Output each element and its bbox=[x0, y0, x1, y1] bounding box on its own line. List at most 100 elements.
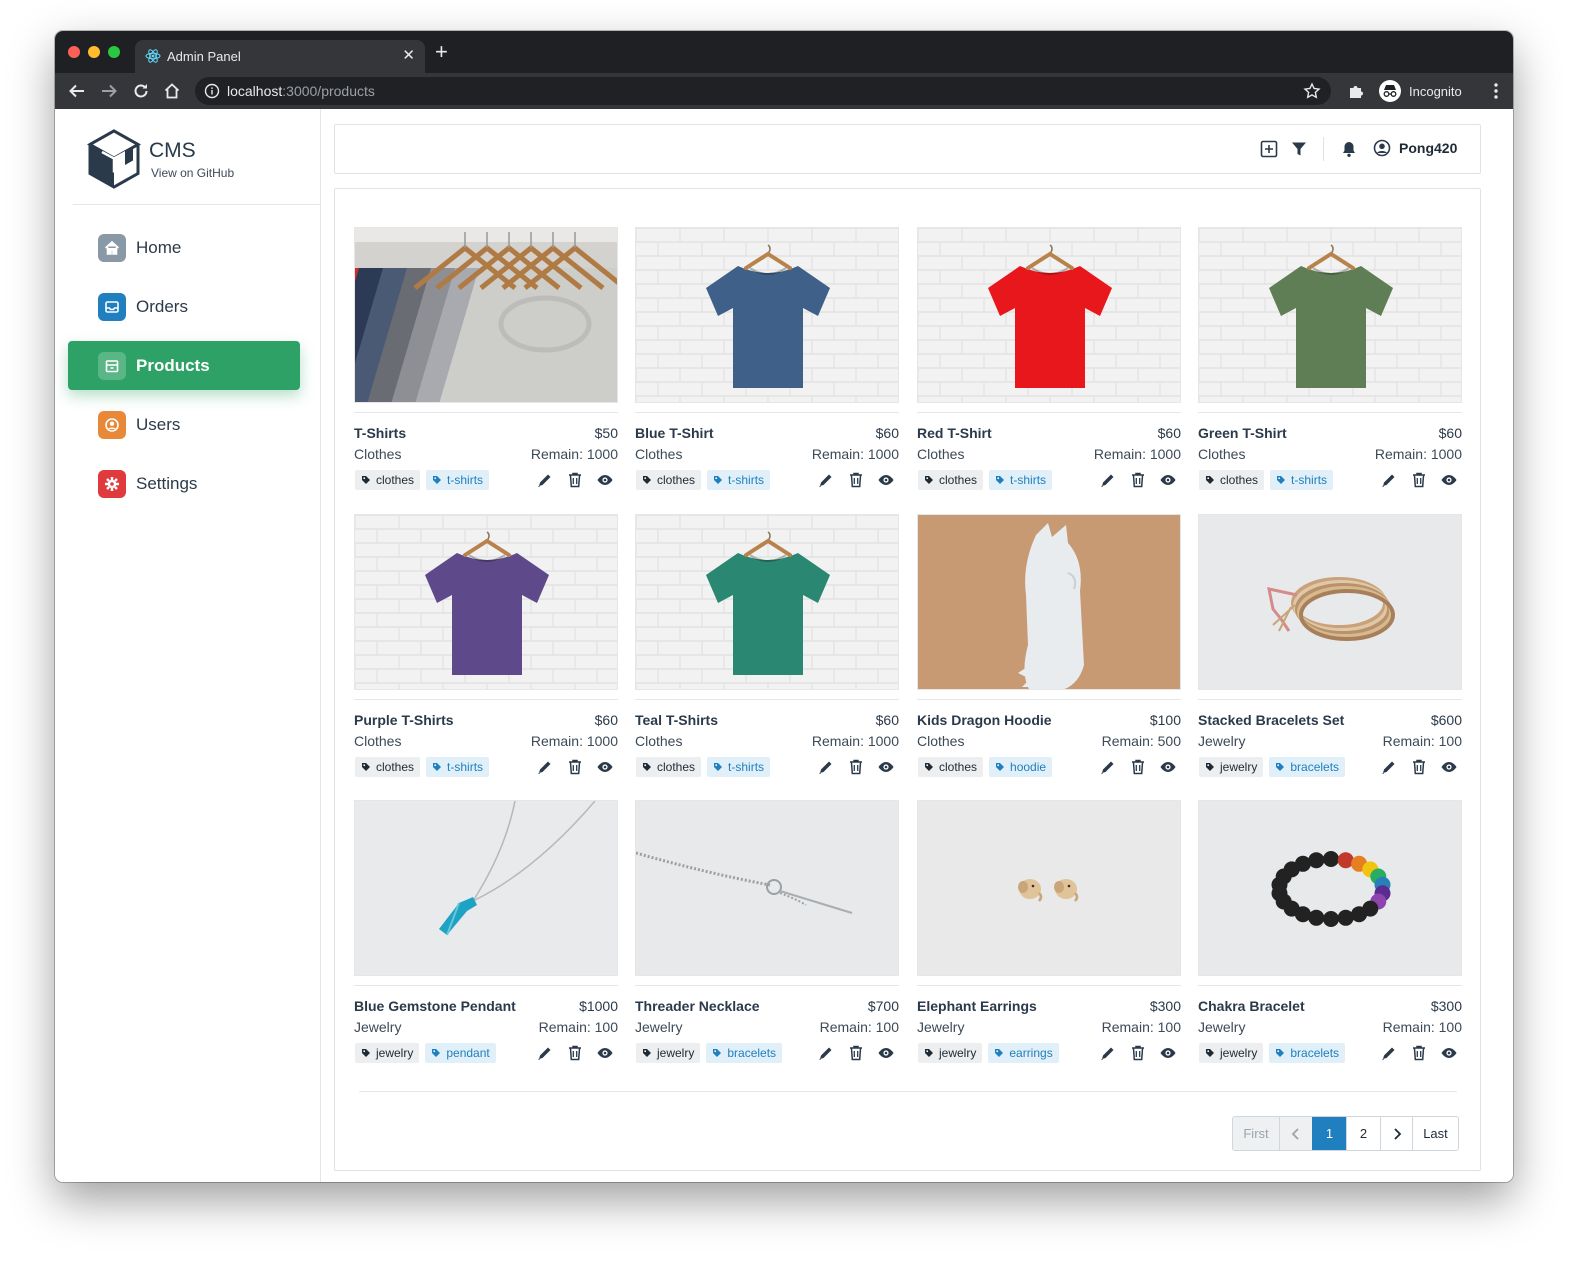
delete-trash-icon[interactable] bbox=[1129, 471, 1147, 489]
sidebar-item-home[interactable]: Home bbox=[68, 223, 300, 272]
reload-icon[interactable] bbox=[129, 79, 153, 103]
category-tag[interactable]: jewelry bbox=[636, 1043, 701, 1063]
url-text[interactable]: localhost:3000/products bbox=[227, 83, 375, 99]
delete-trash-icon[interactable] bbox=[1129, 758, 1147, 776]
category-tag[interactable]: jewelry bbox=[918, 1043, 983, 1063]
type-tag[interactable]: t-shirts bbox=[1270, 470, 1334, 490]
delete-trash-icon[interactable] bbox=[566, 471, 584, 489]
user-menu[interactable]: Pong420 bbox=[1373, 139, 1457, 157]
sidebar-item-users[interactable]: Users bbox=[68, 400, 300, 449]
minimize-window-button[interactable] bbox=[88, 46, 100, 58]
delete-trash-icon[interactable] bbox=[566, 1044, 584, 1062]
category-tag[interactable]: clothes bbox=[918, 757, 984, 777]
page-1-button[interactable]: 1 bbox=[1312, 1117, 1346, 1150]
view-eye-icon[interactable] bbox=[596, 1044, 614, 1062]
home-browser-icon[interactable] bbox=[160, 79, 184, 103]
edit-pencil-icon[interactable] bbox=[817, 758, 835, 776]
category-tag[interactable]: clothes bbox=[918, 470, 984, 490]
new-tab-icon[interactable]: + bbox=[435, 41, 448, 63]
edit-pencil-icon[interactable] bbox=[817, 1044, 835, 1062]
next-page-button[interactable] bbox=[1380, 1117, 1412, 1150]
edit-pencil-icon[interactable] bbox=[536, 1044, 554, 1062]
close-tab-icon[interactable]: ✕ bbox=[402, 47, 415, 65]
type-tag[interactable]: t-shirts bbox=[426, 757, 490, 777]
delete-trash-icon[interactable] bbox=[847, 758, 865, 776]
category-tag[interactable]: clothes bbox=[636, 470, 702, 490]
view-eye-icon[interactable] bbox=[877, 471, 895, 489]
view-eye-icon[interactable] bbox=[1159, 758, 1177, 776]
view-eye-icon[interactable] bbox=[877, 1044, 895, 1062]
back-icon[interactable] bbox=[65, 79, 89, 103]
type-tag[interactable]: t-shirts bbox=[707, 757, 771, 777]
product-image[interactable] bbox=[1198, 800, 1462, 976]
prev-page-button[interactable] bbox=[1279, 1117, 1312, 1150]
first-page-button[interactable]: First bbox=[1233, 1117, 1279, 1150]
edit-pencil-icon[interactable] bbox=[817, 471, 835, 489]
info-icon[interactable] bbox=[204, 83, 220, 99]
type-tag[interactable]: t-shirts bbox=[707, 470, 771, 490]
delete-trash-icon[interactable] bbox=[1129, 1044, 1147, 1062]
category-tag[interactable]: clothes bbox=[636, 757, 702, 777]
edit-pencil-icon[interactable] bbox=[1099, 758, 1117, 776]
product-image[interactable] bbox=[917, 514, 1181, 690]
edit-pencil-icon[interactable] bbox=[1099, 471, 1117, 489]
bookmark-star-icon[interactable] bbox=[1303, 82, 1321, 100]
product-image[interactable] bbox=[354, 800, 618, 976]
type-tag[interactable]: bracelets bbox=[706, 1043, 783, 1063]
type-tag[interactable]: bracelets bbox=[1269, 1043, 1346, 1063]
delete-trash-icon[interactable] bbox=[847, 1044, 865, 1062]
edit-pencil-icon[interactable] bbox=[1099, 1044, 1117, 1062]
product-image[interactable] bbox=[1198, 227, 1462, 403]
view-eye-icon[interactable] bbox=[1440, 758, 1458, 776]
edit-pencil-icon[interactable] bbox=[536, 471, 554, 489]
browser-menu-icon[interactable] bbox=[1493, 81, 1499, 101]
add-square-icon[interactable] bbox=[1260, 140, 1278, 158]
category-tag[interactable]: jewelry bbox=[1199, 757, 1264, 777]
type-tag[interactable]: pendant bbox=[425, 1043, 496, 1063]
sidebar-item-settings[interactable]: Settings bbox=[68, 459, 300, 508]
category-tag[interactable]: clothes bbox=[1199, 470, 1265, 490]
address-bar[interactable]: localhost:3000/products bbox=[195, 77, 1331, 105]
type-tag[interactable]: earrings bbox=[988, 1043, 1059, 1063]
product-image[interactable] bbox=[354, 227, 618, 403]
category-tag[interactable]: clothes bbox=[355, 757, 421, 777]
product-image[interactable] bbox=[1198, 514, 1462, 690]
delete-trash-icon[interactable] bbox=[1410, 758, 1428, 776]
product-image[interactable] bbox=[635, 800, 899, 976]
view-eye-icon[interactable] bbox=[1159, 471, 1177, 489]
sidebar-item-orders[interactable]: Orders bbox=[68, 282, 300, 331]
maximize-window-button[interactable] bbox=[108, 46, 120, 58]
delete-trash-icon[interactable] bbox=[847, 471, 865, 489]
filter-icon[interactable] bbox=[1290, 140, 1308, 158]
delete-trash-icon[interactable] bbox=[1410, 471, 1428, 489]
edit-pencil-icon[interactable] bbox=[536, 758, 554, 776]
browser-tab[interactable]: Admin Panel ✕ bbox=[135, 40, 425, 73]
edit-pencil-icon[interactable] bbox=[1380, 1044, 1398, 1062]
github-link[interactable]: View on GitHub bbox=[151, 166, 234, 180]
page-2-button[interactable]: 2 bbox=[1346, 1117, 1380, 1150]
sidebar-item-products[interactable]: Products bbox=[68, 341, 300, 390]
edit-pencil-icon[interactable] bbox=[1380, 758, 1398, 776]
category-tag[interactable]: jewelry bbox=[1199, 1043, 1264, 1063]
delete-trash-icon[interactable] bbox=[566, 758, 584, 776]
view-eye-icon[interactable] bbox=[877, 758, 895, 776]
view-eye-icon[interactable] bbox=[1159, 1044, 1177, 1062]
extensions-puzzle-icon[interactable] bbox=[1347, 82, 1365, 100]
view-eye-icon[interactable] bbox=[596, 471, 614, 489]
product-image[interactable] bbox=[635, 514, 899, 690]
type-tag[interactable]: hoodie bbox=[989, 757, 1053, 777]
category-tag[interactable]: clothes bbox=[355, 470, 421, 490]
last-page-button[interactable]: Last bbox=[1412, 1117, 1458, 1150]
product-image[interactable] bbox=[354, 514, 618, 690]
bell-icon[interactable] bbox=[1340, 140, 1358, 158]
view-eye-icon[interactable] bbox=[596, 758, 614, 776]
type-tag[interactable]: bracelets bbox=[1269, 757, 1346, 777]
view-eye-icon[interactable] bbox=[1440, 1044, 1458, 1062]
delete-trash-icon[interactable] bbox=[1410, 1044, 1428, 1062]
edit-pencil-icon[interactable] bbox=[1380, 471, 1398, 489]
view-eye-icon[interactable] bbox=[1440, 471, 1458, 489]
product-image[interactable] bbox=[917, 800, 1181, 976]
product-image[interactable] bbox=[917, 227, 1181, 403]
category-tag[interactable]: jewelry bbox=[355, 1043, 420, 1063]
type-tag[interactable]: t-shirts bbox=[989, 470, 1053, 490]
